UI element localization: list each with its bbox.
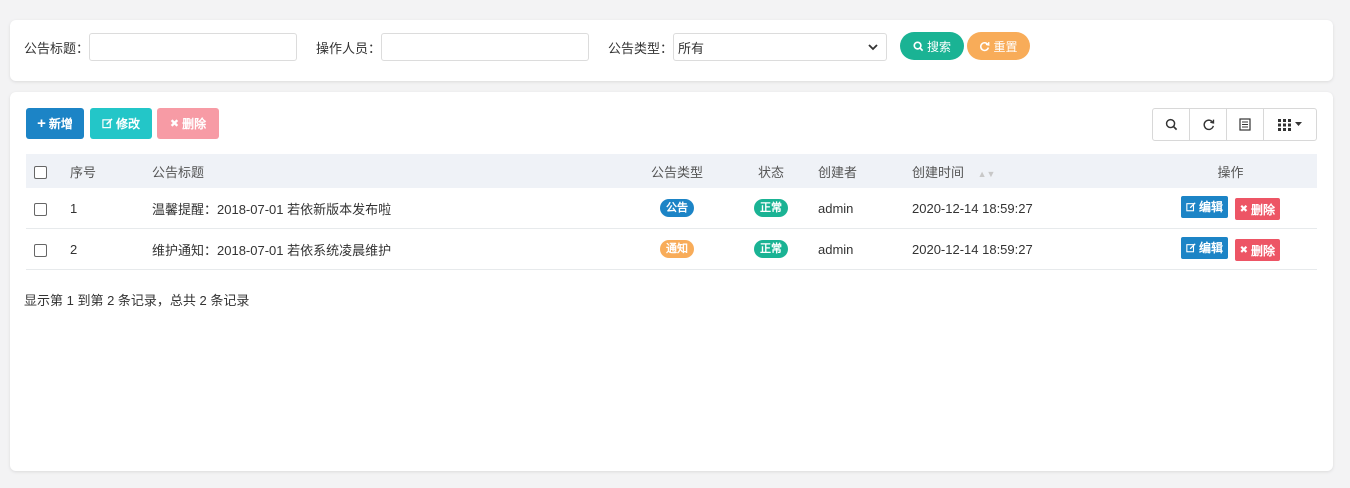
close-icon: ✖ (1239, 203, 1248, 215)
status-badge: 正常 (754, 199, 788, 217)
toggle-view-icon (1239, 118, 1251, 131)
operator-input[interactable] (381, 33, 590, 61)
row-created-at: 2020-12-14 18:59:27 (904, 188, 1144, 229)
row-select-cell (26, 228, 58, 270)
row-checkbox[interactable] (34, 202, 47, 216)
row-edit-button[interactable]: 编辑 (1180, 236, 1228, 259)
table-search-button[interactable] (1153, 109, 1189, 140)
delete-button-label: 删除 (182, 117, 207, 131)
table-panel: + 新增 修改 ✖ 删除 序号 公告标题 公告类型 状态 创建者 创建时间 ▲▼… (10, 92, 1333, 471)
columns-icon (1278, 118, 1291, 131)
row-creator: admin (810, 188, 904, 229)
header-index: 序号 (70, 164, 97, 180)
row-edit-button[interactable]: 编辑 (1180, 195, 1228, 218)
type-select-value: 所有 (678, 40, 705, 56)
row-status-cell: 正常 (732, 188, 810, 229)
row-status-cell: 正常 (732, 228, 810, 270)
edit-icon (102, 118, 113, 129)
edit-icon (1186, 243, 1196, 253)
close-icon: ✖ (1239, 244, 1248, 256)
chevron-down-icon (868, 43, 878, 50)
type-field-group: 公告类型： 所有 (608, 32, 888, 62)
status-badge: 正常 (754, 240, 788, 258)
row-index: 1 (58, 188, 152, 229)
header-created-at[interactable]: 创建时间 ▲▼ (904, 154, 1144, 188)
row-type-cell: 公告 (622, 188, 732, 229)
plus-icon: + (37, 115, 46, 132)
search-button-label: 搜索 (926, 39, 951, 54)
row-edit-label: 编辑 (1198, 241, 1223, 256)
table-refresh-button[interactable] (1189, 109, 1226, 140)
reset-button[interactable]: 重置 (967, 32, 1030, 60)
row-edit-label: 编辑 (1198, 200, 1223, 215)
refresh-icon (1203, 119, 1214, 131)
type-badge: 通知 (660, 240, 694, 258)
select-all-checkbox[interactable] (34, 165, 47, 179)
search-panel: 公告标题： 操作人员： 公告类型： 所有 搜索 重置 (10, 20, 1333, 81)
row-index: 2 (58, 228, 152, 270)
table-header-row: 序号 公告标题 公告类型 状态 创建者 创建时间 ▲▼ 操作 (26, 154, 1317, 188)
row-select-cell (26, 188, 58, 229)
type-select[interactable]: 所有 (673, 33, 888, 61)
reset-button-label: 重置 (993, 39, 1018, 54)
title-field-group: 公告标题： (24, 32, 298, 62)
header-created-at-label: 创建时间 (912, 164, 965, 180)
header-title: 公告标题 (152, 164, 205, 180)
sort-icon: ▲▼ (977, 168, 996, 179)
row-type-cell: 通知 (622, 228, 732, 270)
header-type: 公告类型 (650, 164, 703, 180)
header-creator: 创建者 (818, 164, 858, 180)
pagination-summary: 显示第 1 到第 2 条记录，总共 2 条记录 (24, 293, 250, 308)
search-button[interactable]: 搜索 (900, 32, 964, 60)
operator-label: 操作人员： (316, 40, 382, 56)
row-created-at: 2020-12-14 18:59:27 (904, 228, 1144, 270)
row-title: 维护通知：2018-07-01 若依系统凌晨维护 (152, 228, 622, 270)
row-delete-button[interactable]: ✖ 删除 (1234, 239, 1281, 262)
row-creator: admin (810, 228, 904, 270)
chevron-down-icon (1295, 122, 1302, 126)
title-label: 公告标题： (24, 40, 90, 56)
row-delete-label: 删除 (1251, 202, 1276, 217)
add-button-label: 新增 (48, 117, 73, 131)
notice-table: 序号 公告标题 公告类型 状态 创建者 创建时间 ▲▼ 操作 1 温馨提醒：20… (26, 154, 1317, 270)
close-icon: ✖ (169, 118, 180, 130)
toggle-view-button[interactable] (1226, 109, 1263, 140)
header-status: 状态 (757, 164, 784, 180)
delete-button[interactable]: ✖ 删除 (157, 108, 219, 139)
columns-button[interactable] (1263, 109, 1316, 140)
table-tools (1152, 108, 1317, 141)
type-label: 公告类型： (608, 40, 674, 56)
edit-icon (1186, 202, 1196, 212)
title-input[interactable] (89, 33, 298, 61)
operator-field-group: 操作人员： (316, 32, 590, 62)
search-icon (1165, 118, 1177, 131)
row-delete-label: 删除 (1251, 243, 1276, 258)
select-all-cell (26, 154, 58, 188)
add-button[interactable]: + 新增 (26, 108, 84, 139)
row-title: 温馨提醒：2018-07-01 若依新版本发布啦 (152, 188, 622, 229)
table-row: 2 维护通知：2018-07-01 若依系统凌晨维护 通知 正常 admin 2… (26, 228, 1317, 270)
row-actions: 编辑 ✖ 删除 (1144, 188, 1317, 229)
type-badge: 公告 (660, 199, 694, 217)
table-row: 1 温馨提醒：2018-07-01 若依新版本发布啦 公告 正常 admin 2… (26, 188, 1317, 229)
edit-button[interactable]: 修改 (90, 108, 152, 139)
header-actions: 操作 (1217, 164, 1244, 180)
row-delete-button[interactable]: ✖ 删除 (1234, 198, 1281, 221)
refresh-icon (980, 41, 990, 51)
row-actions: 编辑 ✖ 删除 (1144, 228, 1317, 270)
row-checkbox[interactable] (34, 243, 47, 257)
search-icon (913, 40, 924, 51)
edit-button-label: 修改 (115, 117, 140, 131)
